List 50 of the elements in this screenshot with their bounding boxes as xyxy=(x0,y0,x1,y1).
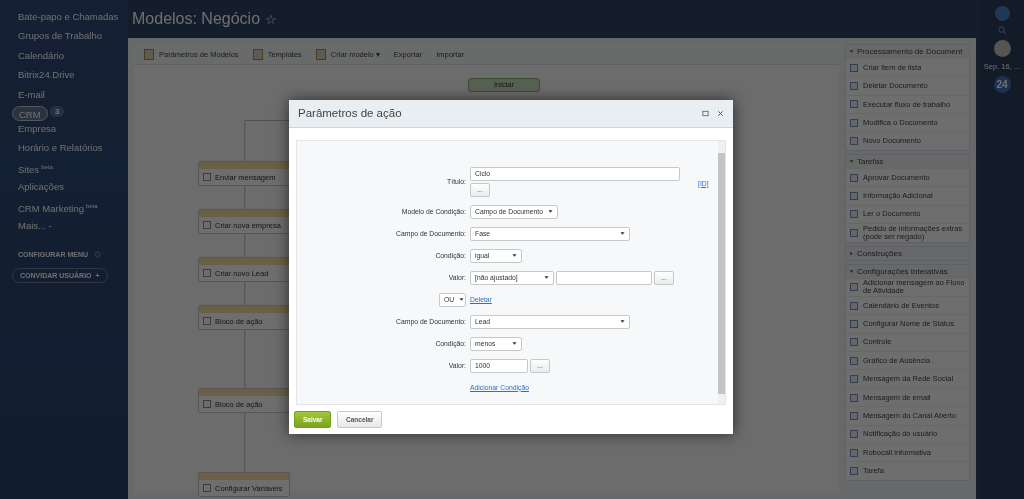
activity-icon xyxy=(203,317,211,325)
sidebar-item[interactable]: Horário e Relatórios xyxy=(18,138,103,158)
activity-icon xyxy=(850,173,858,182)
sidebar-item[interactable]: Empresa xyxy=(18,118,56,139)
activity-icon xyxy=(850,467,858,476)
caret-icon xyxy=(459,297,465,303)
palette-section-header[interactable]: Tarefas xyxy=(857,156,884,166)
sidebar-item[interactable]: E-mail xyxy=(18,84,45,104)
caret-icon xyxy=(544,275,549,281)
caret-icon xyxy=(620,231,625,237)
caret-icon xyxy=(512,341,517,347)
activity-icon xyxy=(203,484,211,492)
sidebar-item[interactable]: Sites $^{beta}$ xyxy=(18,157,53,178)
document-icon xyxy=(252,48,263,60)
star-icon[interactable]: ☆ xyxy=(264,12,277,27)
value-input[interactable] xyxy=(556,270,652,285)
activity-icon xyxy=(850,137,858,146)
activity-icon xyxy=(850,63,858,72)
caret-icon xyxy=(548,209,553,215)
counter-badge: 3 xyxy=(50,105,65,117)
caret-icon xyxy=(512,253,517,259)
caret-icon[interactable] xyxy=(849,268,854,274)
page-title: Modelos: Negócio ☆ xyxy=(131,9,278,29)
avatar[interactable] xyxy=(993,40,1011,57)
caret-icon[interactable] xyxy=(849,158,854,164)
activity-icon xyxy=(203,400,211,408)
sidebar-item[interactable]: Calendário xyxy=(18,45,64,66)
sidebar-item[interactable]: Mais... - xyxy=(18,215,52,236)
sidebar-item[interactable]: Grupos de Trabalho xyxy=(18,26,102,46)
document-icon xyxy=(315,48,326,60)
scrollbar[interactable] xyxy=(718,140,725,404)
sidebar-item[interactable]: CRM Marketing $^{beta}$ xyxy=(18,196,98,216)
activity-icon xyxy=(203,173,211,181)
avatar[interactable] xyxy=(994,6,1010,21)
document-icon xyxy=(144,48,154,60)
sidebar-item[interactable]: Bitrix24.Drive xyxy=(18,65,75,85)
caret-icon[interactable] xyxy=(849,250,854,256)
calendar-counter[interactable]: 24 xyxy=(993,76,1011,93)
search-icon[interactable] xyxy=(997,26,1007,35)
settings-icon[interactable] xyxy=(94,251,101,259)
dialog-title: Parâmetros de ação xyxy=(298,107,403,120)
activity-icon xyxy=(850,320,858,328)
sidebar-item[interactable]: Bate-papo e Chamadas xyxy=(18,7,119,27)
caret-icon[interactable] xyxy=(849,49,854,54)
close-icon[interactable] xyxy=(717,109,724,117)
activity-icon xyxy=(203,221,211,229)
caret-icon xyxy=(620,319,625,325)
maximize-icon[interactable] xyxy=(702,109,709,117)
sidebar-item[interactable]: Aplicações xyxy=(18,177,64,197)
activity-icon xyxy=(203,269,211,277)
